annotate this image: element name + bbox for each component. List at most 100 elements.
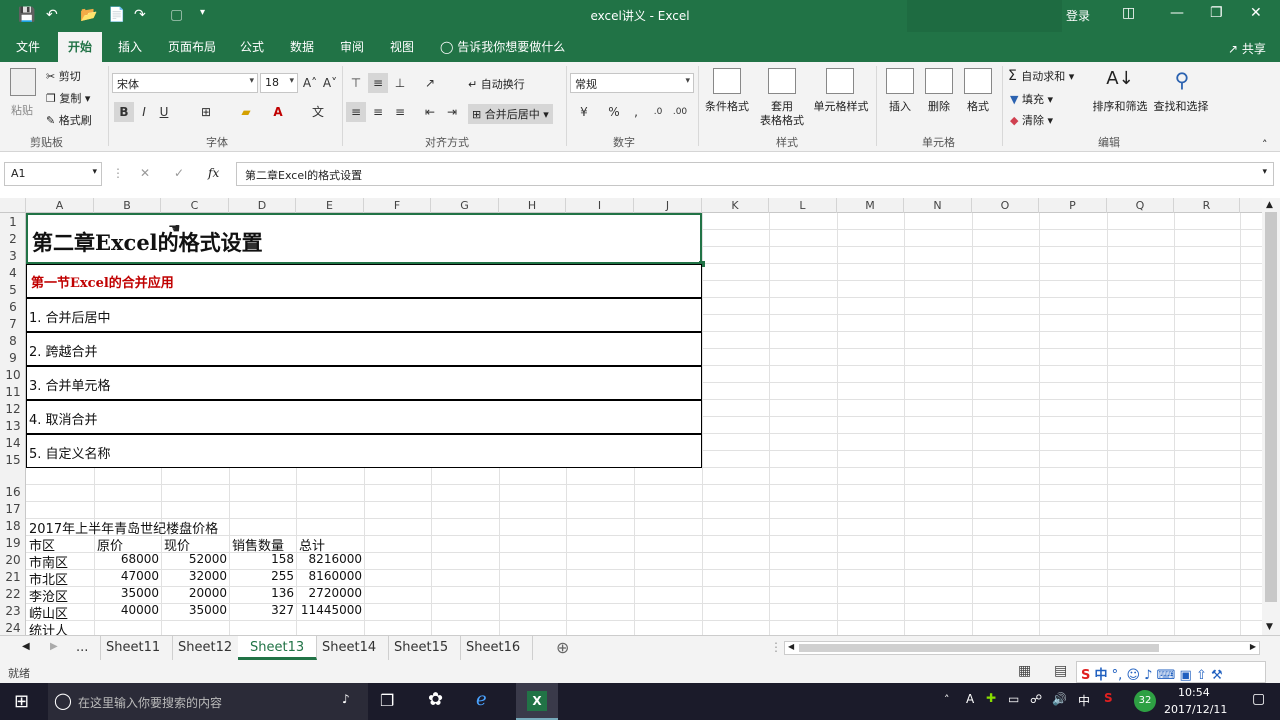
- app-icon[interactable]: ✿: [428, 689, 443, 710]
- row-header[interactable]: 10: [0, 368, 26, 382]
- next-sheet-icon[interactable]: ▶: [50, 641, 58, 652]
- column-header[interactable]: D: [229, 198, 296, 213]
- item-merged-cell[interactable]: 2. 跨越合并: [26, 332, 702, 366]
- row-header[interactable]: 15: [0, 453, 26, 467]
- add-sheet-icon[interactable]: ⊕: [556, 638, 569, 657]
- column-header[interactable]: H: [499, 198, 566, 213]
- prev-sheet-icon[interactable]: ◀: [22, 641, 30, 652]
- tray-plus-icon[interactable]: ✚: [986, 691, 996, 705]
- decrease-indent-icon[interactable]: ⇤: [420, 102, 440, 122]
- item-merged-cell[interactable]: 5. 自定义名称: [26, 434, 702, 468]
- paste-button[interactable]: 粘贴: [11, 102, 33, 118]
- column-header[interactable]: F: [364, 198, 431, 213]
- item-merged-cell[interactable]: 1. 合并后居中: [26, 298, 702, 332]
- sheet-tab[interactable]: Sheet14: [310, 636, 390, 660]
- close-icon[interactable]: ✕: [1250, 5, 1262, 21]
- row-header[interactable]: 13: [0, 419, 26, 433]
- tab-data[interactable]: 数据: [280, 32, 324, 62]
- paste-icon[interactable]: [10, 68, 36, 96]
- sort-filter-icon[interactable]: A↓: [1106, 68, 1134, 94]
- select-all-corner[interactable]: [0, 198, 26, 213]
- tab-review[interactable]: 审阅: [330, 32, 374, 62]
- row-header[interactable]: 1: [0, 215, 26, 229]
- tab-formulas[interactable]: 公式: [230, 32, 274, 62]
- delete-cells-button[interactable]: 删除: [921, 100, 957, 114]
- sheet-tab[interactable]: Sheet11: [94, 636, 174, 660]
- row-header[interactable]: 16: [0, 485, 26, 499]
- conditional-format-button[interactable]: 条件格式: [702, 100, 752, 114]
- formula-input[interactable]: 第二章Excel的格式设置 ▾: [236, 162, 1274, 186]
- section-merged-cell[interactable]: 第一节Excel的合并应用: [26, 264, 702, 298]
- align-center-icon[interactable]: ≡: [368, 102, 388, 122]
- notification-badge[interactable]: 32: [1134, 690, 1156, 712]
- increase-decimal-icon[interactable]: .0: [648, 102, 668, 122]
- share-button[interactable]: ↗ 共享: [1228, 40, 1266, 57]
- font-color-icon[interactable]: A: [268, 102, 288, 122]
- h-scroll-thumb[interactable]: [799, 644, 1159, 652]
- cell-styles-icon[interactable]: [826, 68, 854, 94]
- scroll-up-icon[interactable]: ▲: [1266, 200, 1273, 210]
- microphone-icon[interactable]: ♪: [342, 692, 350, 706]
- show-hidden-icons[interactable]: ˄: [944, 693, 950, 706]
- column-header[interactable]: C: [161, 198, 229, 213]
- row-header[interactable]: 11: [0, 385, 26, 399]
- page-layout-view-icon[interactable]: ▤: [1054, 663, 1067, 679]
- orientation-icon[interactable]: ↗: [420, 73, 440, 93]
- tab-home[interactable]: 开始: [58, 32, 103, 62]
- action-center-icon[interactable]: ▢: [1252, 691, 1265, 707]
- row-header[interactable]: 19: [0, 536, 26, 550]
- format-cells-icon[interactable]: [964, 68, 992, 94]
- clear-button[interactable]: ◆ 清除 ▾: [1010, 112, 1053, 128]
- login-button[interactable]: 登录: [1066, 7, 1090, 24]
- copy-button[interactable]: ❐ 复制 ▾: [46, 90, 90, 106]
- column-header[interactable]: N: [904, 198, 972, 213]
- tab-file[interactable]: 文件: [6, 32, 50, 62]
- row-header[interactable]: 7: [0, 317, 26, 331]
- scroll-left-icon[interactable]: ◀: [788, 642, 794, 651]
- item-merged-cell[interactable]: 3. 合并单元格: [26, 366, 702, 400]
- row-header[interactable]: 6: [0, 300, 26, 314]
- cut-button[interactable]: ✂ 剪切: [46, 68, 81, 84]
- conditional-format-icon[interactable]: [713, 68, 741, 94]
- name-box[interactable]: A1 ▾: [4, 162, 102, 186]
- tell-me-box[interactable]: ◯ 告诉我你想要做什么: [430, 32, 575, 62]
- scroll-thumb[interactable]: [1265, 212, 1277, 602]
- item-merged-cell[interactable]: 4. 取消合并: [26, 400, 702, 434]
- italic-button[interactable]: I: [134, 102, 154, 122]
- increase-font-icon[interactable]: A˄: [300, 73, 320, 93]
- ime-indicator[interactable]: 中: [1078, 692, 1090, 709]
- increase-indent-icon[interactable]: ⇥: [442, 102, 462, 122]
- borders-icon[interactable]: ⊞: [196, 102, 216, 122]
- insert-function-icon[interactable]: fx: [208, 166, 219, 180]
- column-header[interactable]: M: [837, 198, 904, 213]
- row-header[interactable]: 2: [0, 232, 26, 246]
- decrease-decimal-icon[interactable]: .00: [670, 102, 690, 122]
- tab-view[interactable]: 视图: [380, 32, 424, 62]
- find-select-button[interactable]: 查找和选择: [1150, 100, 1212, 114]
- column-header[interactable]: A: [26, 198, 94, 213]
- column-header[interactable]: J: [634, 198, 702, 213]
- horizontal-scrollbar[interactable]: ◀ ▶: [784, 641, 1260, 655]
- delete-cells-icon[interactable]: [925, 68, 953, 94]
- restore-icon[interactable]: ❐: [1210, 5, 1223, 21]
- column-header[interactable]: E: [296, 198, 364, 213]
- taskbar-search[interactable]: ◯ 在这里输入你要搜索的内容 ♪: [48, 683, 368, 720]
- bold-button[interactable]: B: [114, 102, 134, 122]
- autosum-button[interactable]: Σ 自动求和 ▾: [1008, 68, 1074, 84]
- volume-icon[interactable]: 🔊: [1052, 692, 1067, 706]
- underline-button[interactable]: U: [154, 102, 174, 122]
- vertical-scrollbar[interactable]: ▲ ▼: [1262, 198, 1280, 635]
- row-header[interactable]: 23: [0, 604, 26, 618]
- clock-date[interactable]: 2017/12/11: [1164, 703, 1227, 716]
- column-header[interactable]: G: [431, 198, 499, 213]
- column-header[interactable]: Q: [1107, 198, 1174, 213]
- align-left-icon[interactable]: ≡: [346, 102, 366, 122]
- tray-monitor-icon[interactable]: ▭: [1008, 692, 1019, 706]
- row-header[interactable]: 21: [0, 570, 26, 584]
- row-header[interactable]: 24: [0, 621, 26, 635]
- find-icon[interactable]: ⚲: [1168, 68, 1196, 94]
- row-header[interactable]: 18: [0, 519, 26, 533]
- minimize-icon[interactable]: —: [1170, 5, 1184, 21]
- task-view-icon[interactable]: ❐: [380, 691, 394, 710]
- ime-toolbar[interactable]: S 中 °, ☺ ♪ ⌨ ▣ ⇧ ⚒: [1076, 661, 1266, 683]
